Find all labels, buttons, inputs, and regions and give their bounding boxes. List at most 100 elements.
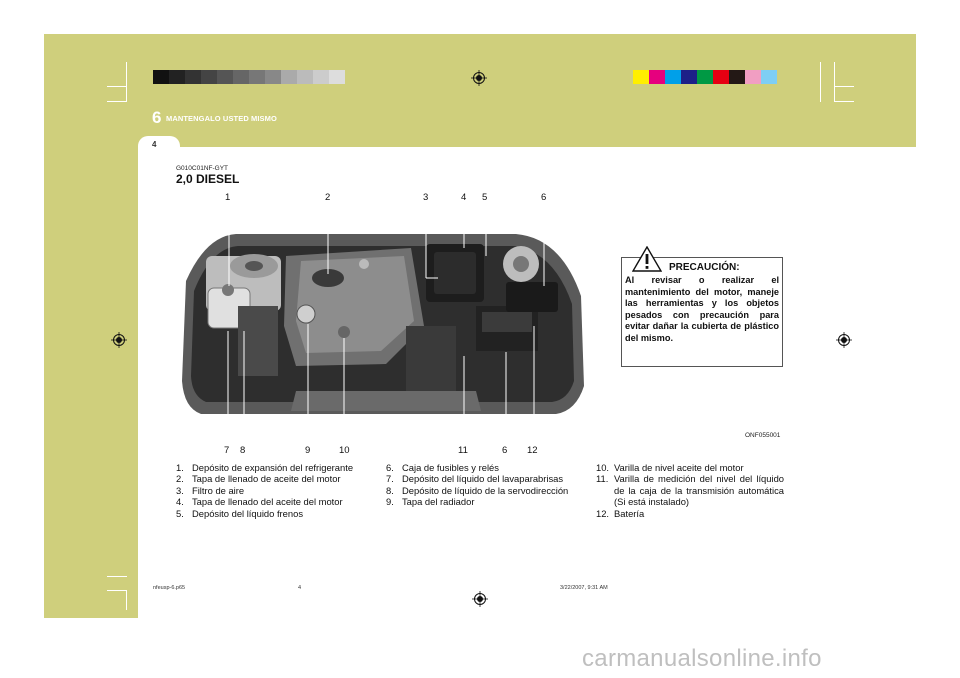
- callout-top-5: 5: [482, 192, 488, 203]
- callout-bottom-11: 11: [458, 445, 468, 456]
- list-item-number: 8.: [386, 484, 394, 496]
- list-item: 7. Depósito del líquido del lavaparabrisa…: [386, 473, 574, 484]
- callout-bottom-12: 12: [527, 445, 538, 456]
- list-item-number: 2.: [176, 473, 184, 485]
- crop-mark: [820, 62, 821, 102]
- calibration-swatch: [633, 70, 649, 84]
- list-item-text: Tapa de llenado del aceite del motor: [192, 496, 343, 508]
- crop-mark: [107, 86, 127, 87]
- crop-mark: [107, 101, 127, 102]
- page-tab: [138, 136, 180, 158]
- list-item: 1. Depósito de expansión del refrigerante: [176, 462, 364, 473]
- callout-bottom-10: 10: [339, 445, 350, 456]
- list-item-number: 3.: [176, 484, 184, 496]
- list-item-text: Varilla de nivel aceite del motor: [614, 462, 744, 473]
- warning-body: Al revisar o realizar el mantenimiento d…: [625, 275, 779, 343]
- crop-mark: [834, 62, 835, 102]
- color-calibration-strip: [633, 70, 793, 84]
- callout-bottom-7: 7: [224, 445, 230, 456]
- calibration-swatch: [185, 70, 201, 84]
- list-item-text: Depósito del líquido frenos: [192, 507, 304, 519]
- list-item-text: Depósito del líquido del lavaparabrisas: [402, 473, 564, 485]
- callout-top-3: 3: [423, 192, 429, 203]
- list-item-number: 6.: [386, 462, 394, 473]
- crop-mark: [834, 101, 854, 102]
- list-item-text: Batería: [614, 507, 645, 519]
- list-item-text: Varilla de medición del nivel del líquid…: [614, 473, 784, 508]
- calibration-swatch: [761, 70, 777, 84]
- section-code: G010C01NF-GYT: [176, 165, 229, 172]
- list-item-number: 7.: [386, 473, 394, 485]
- calibration-swatch: [713, 70, 729, 84]
- list-item-number: 5.: [176, 507, 184, 519]
- page-number: 4: [152, 140, 157, 149]
- callout-top-1: 1: [225, 192, 231, 203]
- calibration-swatch: [697, 70, 713, 84]
- parts-list-col1: 1. Depósito de expansión del refrigerante…: [176, 462, 364, 519]
- grayscale-calibration-strip: [153, 70, 345, 84]
- list-item-text: Depósito de líquido de la servodirección: [402, 484, 569, 496]
- callout-top-4: 4: [461, 192, 467, 203]
- list-item: 9. Tapa del radiador: [386, 496, 574, 507]
- list-item-text: Filtro de aire: [192, 484, 245, 496]
- calibration-swatch: [681, 70, 697, 84]
- chapter-title: MANTENGALO USTED MISMO: [166, 114, 277, 123]
- list-item: 8. Depósito de líquido de la servodirecci…: [386, 485, 574, 496]
- list-item-number: 9.: [386, 496, 394, 508]
- watermark: carmanualsonline.info: [582, 645, 822, 672]
- list-item-number: 11.: [596, 473, 609, 485]
- list-item: 12. Batería: [596, 508, 784, 519]
- list-item-text: Tapa de llenado de aceite del motor: [192, 473, 341, 485]
- calibration-swatch: [249, 70, 265, 84]
- registration-mark-icon: [472, 591, 488, 607]
- calibration-swatch: [217, 70, 233, 84]
- crop-mark: [126, 62, 127, 102]
- list-item-number: 10.: [596, 462, 610, 473]
- calibration-swatch: [745, 70, 761, 84]
- section-title: 2,0 DIESEL: [176, 172, 240, 186]
- callout-bottom-6: 6: [502, 445, 508, 456]
- crop-mark: [126, 590, 127, 610]
- calibration-swatch: [665, 70, 681, 84]
- list-item-text: Caja de fusibles y relés: [402, 462, 499, 473]
- list-item-number: 4.: [176, 496, 184, 508]
- header-band: [44, 34, 916, 147]
- calibration-swatch: [281, 70, 297, 84]
- registration-mark-icon: [471, 70, 487, 86]
- list-item-text: Tapa del radiador: [402, 496, 475, 508]
- list-item: 3. Filtro de aire: [176, 485, 364, 496]
- list-item: 4. Tapa de llenado del aceite del motor: [176, 496, 364, 507]
- crop-mark: [107, 576, 127, 577]
- calibration-swatch: [153, 70, 169, 84]
- engine-bay-illustration: [182, 204, 584, 434]
- footer-file: nfeusp-6.p65: [153, 585, 186, 591]
- crop-mark: [107, 590, 127, 591]
- crop-mark: [834, 86, 854, 87]
- list-item-number: 12.: [596, 507, 610, 519]
- calibration-swatch: [777, 70, 793, 84]
- callout-top-2: 2: [325, 192, 331, 203]
- calibration-swatch: [265, 70, 281, 84]
- warning-title: PRECAUCIÓN:: [669, 262, 740, 273]
- list-item: 6. Caja de fusibles y relés: [386, 462, 574, 473]
- exclamation-triangle-icon: [632, 246, 662, 272]
- image-code: ONF055001: [745, 432, 781, 439]
- calibration-swatch: [201, 70, 217, 84]
- callout-top-6: 6: [541, 192, 547, 203]
- registration-mark-icon: [111, 332, 127, 348]
- parts-list-col2: 6. Caja de fusibles y relés 7. Depósito de…: [386, 462, 574, 508]
- calibration-swatch: [329, 70, 345, 84]
- list-item-number: 1.: [176, 462, 184, 473]
- callout-bottom-8: 8: [240, 445, 246, 456]
- crop-mark: [834, 576, 854, 577]
- calibration-swatch: [729, 70, 745, 84]
- list-item: 11. Varilla de medición del nivel del líq…: [596, 473, 784, 507]
- calibration-swatch: [233, 70, 249, 84]
- chapter-number: 6: [152, 108, 162, 127]
- crop-mark: [820, 590, 821, 610]
- registration-mark-icon: [836, 332, 852, 348]
- crop-mark: [834, 590, 835, 610]
- calibration-swatch: [297, 70, 313, 84]
- list-item: 5. Depósito del líquido frenos: [176, 508, 364, 519]
- callout-bottom-9: 9: [305, 445, 311, 456]
